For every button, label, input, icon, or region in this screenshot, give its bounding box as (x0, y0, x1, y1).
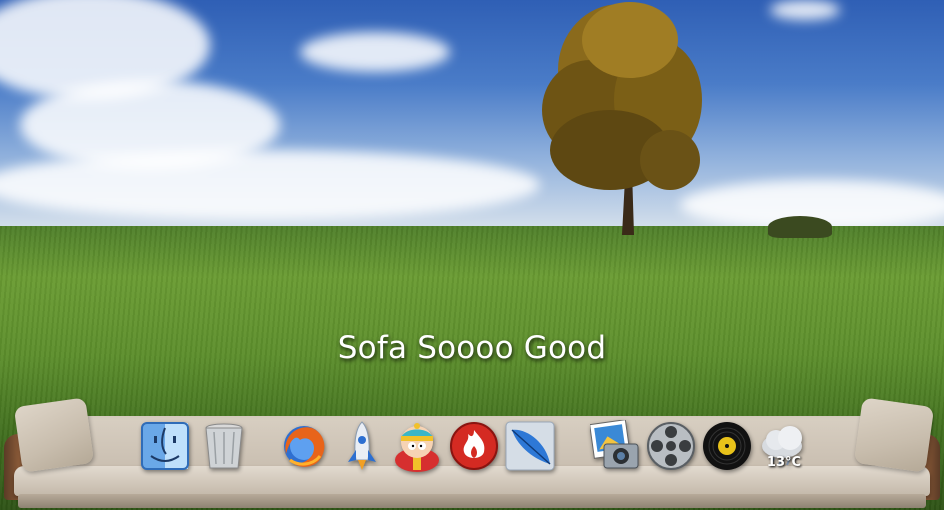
dock-item-film-reel[interactable] (645, 420, 697, 472)
firefox-icon (284, 426, 325, 467)
wallpaper-cloud (770, 0, 840, 20)
wallpaper-tree (542, 2, 702, 235)
finder-icon (141, 422, 189, 470)
dock-item-flame[interactable] (448, 420, 500, 472)
sofa-cushion-left (13, 397, 95, 473)
dock-item-rocket[interactable] (336, 420, 388, 472)
cartman-icon (395, 423, 439, 472)
wallpaper-shrub (768, 216, 832, 238)
dock-item-vinyl[interactable] (701, 420, 753, 472)
desktop: Sofa Soooo Good 13°C (0, 0, 944, 510)
dock-item-feather[interactable] (504, 420, 556, 472)
dock-item-trash[interactable] (198, 420, 250, 472)
film-reel-icon (647, 422, 695, 470)
dock-item-cartman[interactable] (391, 420, 443, 472)
wallpaper-cloud (0, 150, 540, 220)
dock-item-firefox[interactable] (278, 420, 330, 472)
trash-icon (205, 423, 243, 469)
sofa-cushion-right (853, 397, 935, 473)
wallpaper-title-text: Sofa Soooo Good (337, 330, 607, 366)
photo-camera-icon (590, 420, 639, 469)
sofa-base (18, 494, 926, 508)
rocket-icon (348, 421, 376, 470)
dock-item-finder[interactable] (139, 420, 191, 472)
weather-temperature: 13°C (766, 455, 802, 470)
wallpaper-cloud (300, 32, 450, 72)
flame-icon (450, 422, 498, 470)
vinyl-record-icon (703, 422, 751, 470)
feather-icon (505, 421, 555, 471)
dock-item-photo[interactable] (590, 420, 642, 472)
